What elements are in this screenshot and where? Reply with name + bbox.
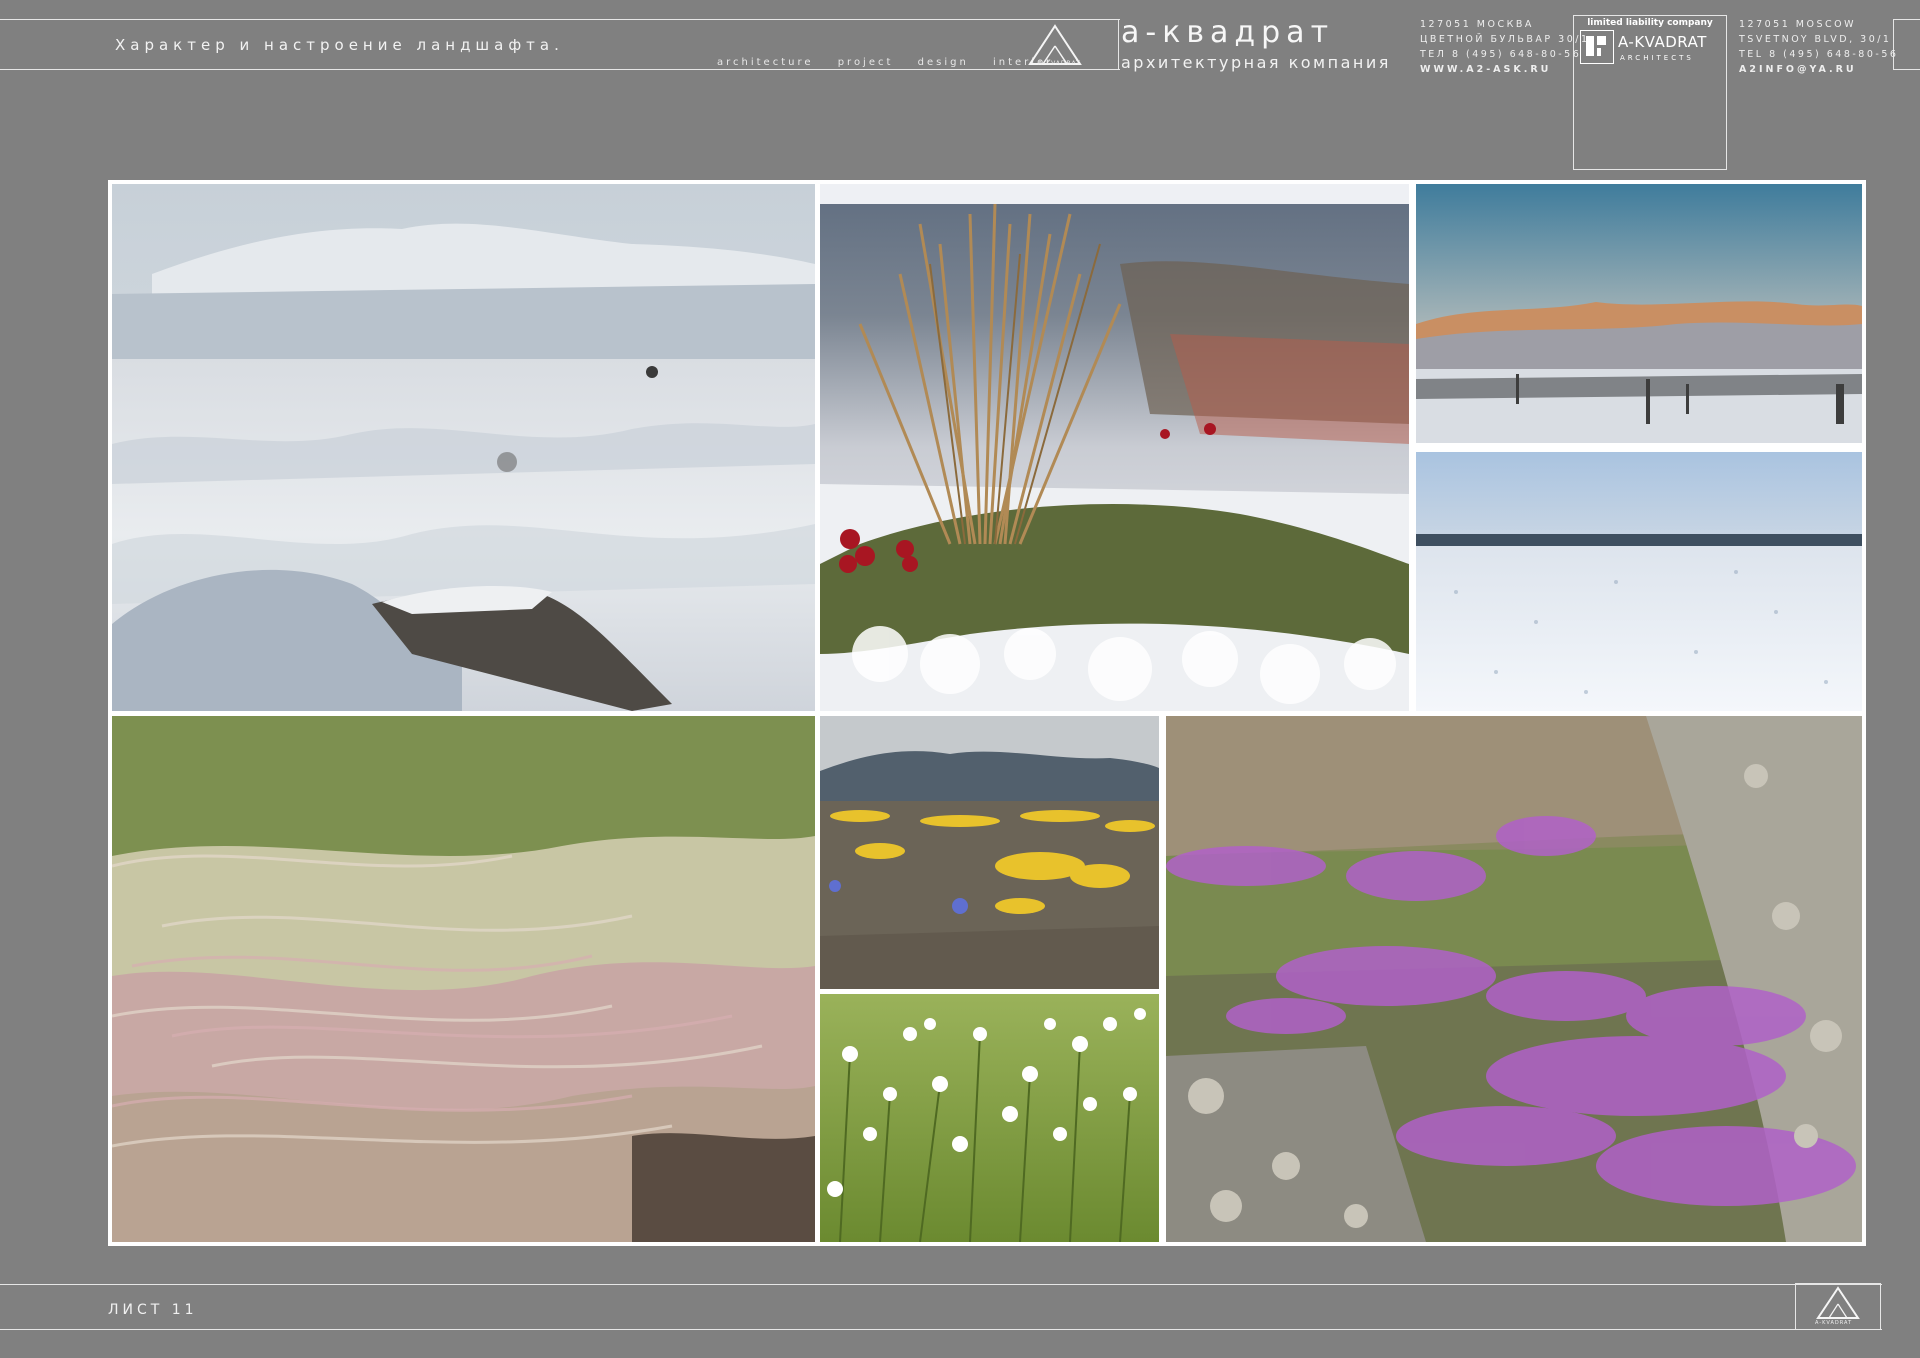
service-architecture: architecture <box>717 57 814 68</box>
address-en-line2: TSVETNOY BLVD, 30/1 <box>1739 34 1892 45</box>
address-en-email[interactable]: A2INFO@YA.RU <box>1739 62 1898 77</box>
header-line-bottom <box>0 69 1120 70</box>
page-title: Характер и настроение ландшафта. <box>115 36 564 54</box>
photo-purple-flowers-slope <box>1166 716 1862 1242</box>
service-design: design <box>917 57 969 68</box>
badge-logo-icon <box>1580 30 1614 64</box>
address-ru-line1: 127051 МОСКВА <box>1420 19 1534 30</box>
badge-caption: limited liability company <box>1587 18 1713 28</box>
address-en-line3: TEL 8 (495) 648-80-56 <box>1739 49 1899 60</box>
photo-sunset-tundra <box>1416 184 1862 443</box>
header-line-right <box>1118 19 1119 70</box>
address-ru-line3: ТЕЛ 8 (495) 648-80-56 <box>1420 49 1582 60</box>
address-en: 127051 MOSCOW TSVETNOY BLVD, 30/1 TEL 8 … <box>1739 17 1898 77</box>
badge-subtitle: ARCHITECTS <box>1620 54 1694 62</box>
photo-cotton-grass <box>820 994 1159 1242</box>
brand-subtitle: архитектурная компания <box>1121 53 1391 72</box>
address-ru-website[interactable]: WWW.A2-ASK.RU <box>1420 62 1590 77</box>
photo-snow-plain-mountains <box>112 184 815 711</box>
sheet-number: ЛИСТ 11 <box>108 1302 198 1318</box>
photo-snow-field-horizon <box>1416 452 1862 711</box>
photo-yellow-flowers-mountains <box>820 716 1159 989</box>
brand-name: а-квадрат <box>1121 15 1335 50</box>
services-list: architecture project design interior <box>717 57 1071 68</box>
header-line-right-top <box>1893 19 1920 20</box>
photo-collage <box>108 180 1866 1246</box>
header-line-far-right <box>1893 19 1894 70</box>
logo-caption: A-KVADRAT <box>1038 60 1081 67</box>
header-line-right-bottom <box>1893 69 1920 70</box>
address-ru: 127051 МОСКВА ЦВЕТНОЙ БУЛЬВАР 30/1 ТЕЛ 8… <box>1420 17 1590 77</box>
company-badge: limited liability company A-KVADRAT ARCH… <box>1573 15 1727 170</box>
address-en-line1: 127051 MOSCOW <box>1739 19 1856 30</box>
service-project: project <box>837 57 894 68</box>
header-line-top <box>0 19 1120 20</box>
footer-line-bottom <box>0 1329 1882 1330</box>
badge-name: A-KVADRAT <box>1618 33 1707 51</box>
photo-feather-grass <box>112 716 815 1242</box>
photo-dry-grass-snow-berries <box>820 184 1409 711</box>
address-ru-line2: ЦВЕТНОЙ БУЛЬВАР 30/1 <box>1420 34 1590 45</box>
footer-logo-caption: A-KVADRAT <box>1815 1320 1853 1326</box>
footer-line-top <box>0 1284 1882 1285</box>
